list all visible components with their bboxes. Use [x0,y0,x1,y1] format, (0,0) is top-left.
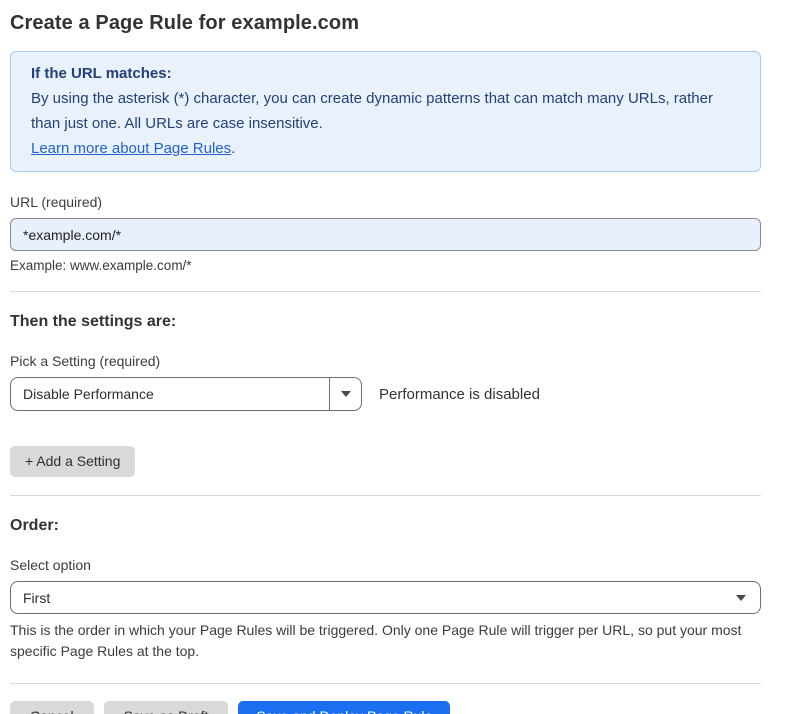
create-page-rule-form: Create a Page Rule for example.com If th… [0,0,790,714]
save-and-deploy-button[interactable]: Save and Deploy Page Rule [238,701,450,714]
cancel-button[interactable]: Cancel [10,701,94,714]
setting-select-arrow-button[interactable] [329,378,361,410]
info-box-heading: If the URL matches: [31,61,740,86]
order-helper-text: This is the order in which your Page Rul… [10,620,761,662]
order-select-arrow [728,582,760,613]
url-field-label: URL (required) [10,194,761,210]
add-setting-button[interactable]: + Add a Setting [10,446,135,477]
info-box-body: By using the asterisk (*) character, you… [31,86,740,136]
url-input[interactable] [10,218,761,251]
info-box-link-line: Learn more about Page Rules. [31,136,740,161]
settings-section-heading: Then the settings are: [10,313,761,331]
learn-more-link[interactable]: Learn more about Page Rules [31,140,231,157]
pick-setting-label: Pick a Setting (required) [10,353,761,369]
setting-select-value: Disable Performance [11,378,329,410]
url-example-helper: Example: www.example.com/* [10,258,761,273]
order-select[interactable]: First [10,581,761,614]
url-match-info-box: If the URL matches: By using the asteris… [10,51,761,172]
chevron-down-icon [736,595,746,601]
divider [10,683,761,684]
setting-picker-row: Disable Performance Performance is disab… [10,377,761,411]
footer-actions: Cancel Save as Draft Save and Deploy Pag… [10,701,761,714]
setting-status-text: Performance is disabled [379,386,540,403]
chevron-down-icon [341,391,351,397]
link-suffix: . [231,140,235,157]
order-select-value: First [11,582,728,613]
divider [10,495,761,496]
order-select-label: Select option [10,557,761,573]
page-title: Create a Page Rule for example.com [10,12,761,35]
divider [10,291,761,292]
save-as-draft-button[interactable]: Save as Draft [104,701,229,714]
order-section-heading: Order: [10,517,761,535]
setting-select[interactable]: Disable Performance [10,377,362,411]
